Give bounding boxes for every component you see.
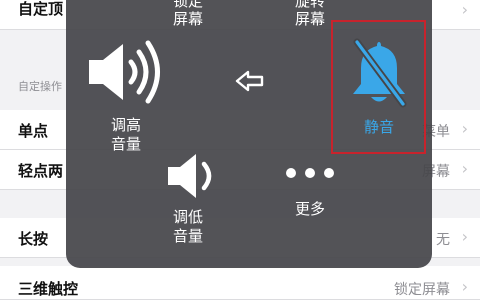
more-dots-icon bbox=[270, 168, 350, 178]
dot bbox=[286, 168, 296, 178]
volume-down-label-line2: 音量 bbox=[172, 227, 203, 245]
chevron-right-icon: › bbox=[461, 119, 468, 138]
chevron-right-icon: › bbox=[461, 0, 468, 19]
rotate-screen-label-line2: 屏幕 bbox=[294, 10, 325, 28]
volume-up-button[interactable]: 调高 音量 bbox=[76, 36, 176, 156]
back-button[interactable] bbox=[230, 70, 270, 104]
chevron-right-icon: › bbox=[461, 159, 468, 178]
lock-screen-label: 锁定 屏幕 bbox=[148, 0, 228, 28]
settings-row-3d-touch[interactable]: 三维触控 锁定屏幕 › bbox=[0, 266, 480, 300]
speaker-loud-icon bbox=[89, 40, 160, 104]
chevron-right-icon: › bbox=[461, 227, 468, 246]
highlight-box bbox=[331, 20, 426, 154]
row-value: 锁定屏幕 bbox=[394, 282, 450, 298]
assistive-touch-panel: 锁定 屏幕 旋转 屏幕 调高 音量 静音 调低 音量 更多 bbox=[66, 0, 432, 268]
volume-up-label-line2: 音量 bbox=[110, 135, 141, 153]
back-arrow-icon bbox=[235, 70, 264, 92]
volume-down-label-line1: 调低 bbox=[172, 208, 203, 226]
dot bbox=[305, 168, 315, 178]
top-row-label: 自定顶 bbox=[18, 0, 64, 18]
volume-up-label-line1: 调高 bbox=[110, 116, 141, 134]
speaker-low-icon bbox=[168, 154, 212, 198]
volume-down-button[interactable]: 调低 音量 bbox=[148, 150, 228, 250]
section-header: 自定操作 bbox=[18, 80, 62, 93]
lock-screen-label-line2: 屏幕 bbox=[172, 10, 203, 28]
row-label: 长按 bbox=[18, 230, 49, 248]
chevron-right-icon: › bbox=[461, 277, 468, 296]
row-value: 无 bbox=[436, 232, 450, 248]
dot bbox=[324, 168, 334, 178]
row-label: 单点 bbox=[18, 122, 49, 140]
volume-down-label: 调低 音量 bbox=[148, 208, 228, 246]
lock-screen-label-line1: 锁定 bbox=[172, 0, 203, 10]
more-label: 更多 bbox=[294, 200, 325, 218]
more-button[interactable]: 更多 bbox=[270, 168, 350, 238]
volume-up-label: 调高 音量 bbox=[76, 116, 176, 154]
row-label: 轻点两 bbox=[18, 162, 64, 180]
row-label: 三维触控 bbox=[18, 280, 79, 298]
rotate-screen-label-line1: 旋转 bbox=[294, 0, 325, 10]
lock-screen-item[interactable]: 锁定 屏幕 bbox=[148, 0, 228, 28]
